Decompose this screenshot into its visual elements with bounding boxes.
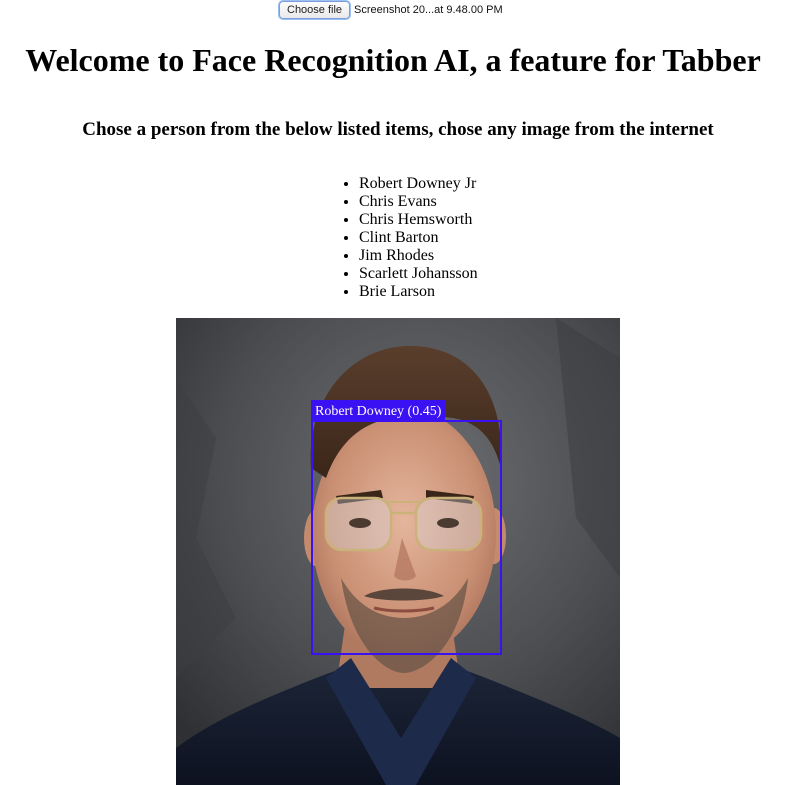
list-item: Jim Rhodes [359,247,478,265]
detection-label: Robert Downey (0.45) [311,400,446,421]
page: Choose file Screenshot 20...at 9.48.00 P… [0,0,786,785]
list-item: Chris Hemsworth [359,211,478,229]
choose-file-button[interactable]: Choose file [279,1,351,19]
people-list: Robert Downey Jr Chris Evans Chris Hemsw… [339,175,478,301]
page-title: Welcome to Face Recognition AI, a featur… [25,42,761,78]
list-item: Clint Barton [359,229,478,247]
list-item: Brie Larson [359,283,478,301]
file-input[interactable]: Choose file Screenshot 20...at 9.48.00 P… [279,1,503,19]
page-subtitle: Chose a person from the below listed ite… [82,119,714,140]
list-item: Scarlett Johansson [359,265,478,283]
list-item: Chris Evans [359,193,478,211]
face-detection-box [311,420,502,655]
selected-file-name: Screenshot 20...at 9.48.00 PM [354,4,503,16]
list-item: Robert Downey Jr [359,175,478,193]
